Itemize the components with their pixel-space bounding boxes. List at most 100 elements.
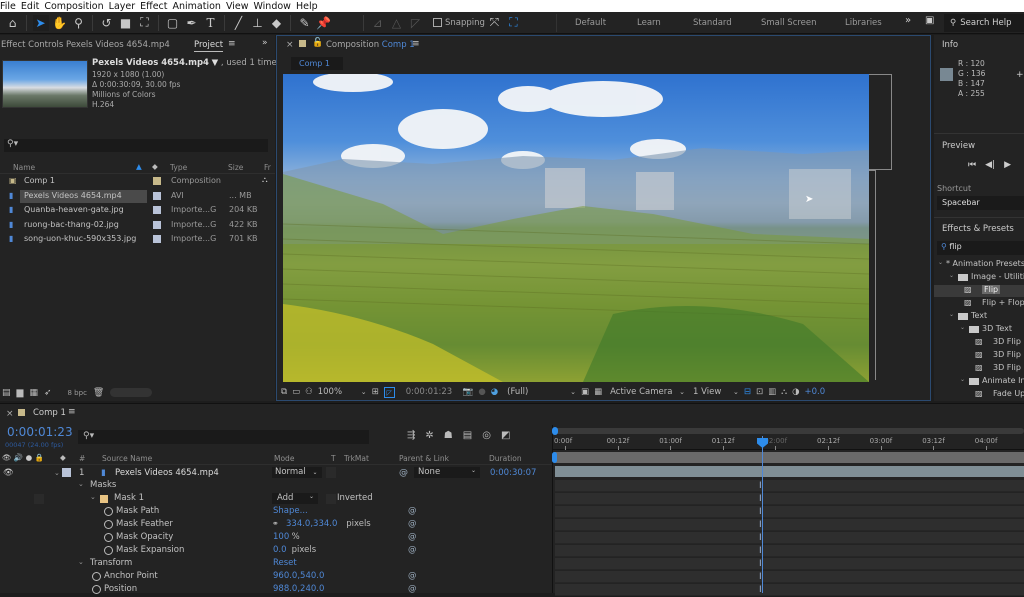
pickwhip-icon[interactable]: @: [408, 506, 417, 516]
roto-brush-icon[interactable]: ✎: [297, 15, 313, 31]
always-preview-icon[interactable]: ⧉: [281, 387, 287, 397]
expand-chevron-icon[interactable]: ⌄: [949, 272, 954, 279]
draft-3d-icon[interactable]: ✲: [425, 430, 433, 441]
time-ruler[interactable]: 0:00f 00:12f 01:00f 01:12f 02:00f 02:12f 03:00…: [553, 436, 1024, 450]
new-composition-icon[interactable]: ▦: [29, 388, 38, 398]
property-row[interactable]: Mask Path Shape... @: [0, 506, 552, 519]
layer-label-color[interactable]: [62, 468, 71, 477]
motion-blur-icon[interactable]: ◎: [482, 430, 491, 441]
clone-stamp-icon[interactable]: ⊥: [250, 15, 266, 31]
expand-chevron-icon[interactable]: ⌄: [78, 558, 84, 566]
rectangle-icon[interactable]: ▢: [165, 15, 181, 31]
camera-icon[interactable]: ■: [118, 15, 134, 31]
exposure-reset-icon[interactable]: ◑: [792, 387, 799, 397]
effects-tree-item[interactable]: ⌄ Animate In: [934, 376, 1024, 388]
property-row[interactable]: ⌄ Masks: [0, 480, 552, 493]
shortcut-dropdown[interactable]: Spacebar: [937, 196, 1024, 210]
snap-grid-icon[interactable]: ⛶: [505, 15, 521, 31]
puppet-pin-icon[interactable]: 📌: [316, 15, 332, 31]
comp-breadcrumb[interactable]: Comp 1: [291, 57, 343, 70]
composition-tab[interactable]: Composition Comp 1: [326, 40, 415, 50]
current-time[interactable]: 0:00:01:23: [406, 387, 458, 397]
expand-chevron-icon[interactable]: ⌄: [90, 493, 96, 501]
property-row[interactable]: Anchor Point 960.0,540.0 @: [0, 571, 552, 584]
chevron-down-icon[interactable]: ⌄: [570, 388, 576, 396]
snapping-checkbox[interactable]: [433, 18, 442, 27]
column-size[interactable]: Size: [228, 163, 243, 172]
keyframe-marker-icon[interactable]: I: [759, 547, 766, 556]
snapshot-icon[interactable]: 📷: [463, 387, 474, 397]
bpc-button[interactable]: 8 bpc: [68, 389, 87, 397]
expand-chevron-icon[interactable]: ⌄: [54, 469, 60, 477]
effects-tree-item[interactable]: ▨ Fade Up: [934, 389, 1024, 401]
workspace-standard[interactable]: Standard: [693, 18, 732, 28]
property-row[interactable]: Mask Opacity 100% @: [0, 532, 552, 545]
column-source-name[interactable]: Source Name: [102, 454, 152, 463]
panel-expand-icon[interactable]: »: [262, 38, 268, 48]
vr-icon[interactable]: ⚇: [305, 387, 313, 397]
eraser-icon[interactable]: ◆: [269, 15, 285, 31]
effects-tree-item[interactable]: ⌄ Image - Utilities: [934, 272, 1024, 284]
project-item[interactable]: ▣ Comp 1 Composition ⛬: [0, 175, 275, 188]
timeline-icon[interactable]: ▥: [768, 387, 776, 397]
menu-edit[interactable]: Edit: [21, 1, 39, 12]
home-icon[interactable]: ⌂: [5, 15, 21, 31]
menu-help[interactable]: Help: [296, 1, 318, 12]
label-color-swatch[interactable]: [153, 235, 161, 243]
effects-tree-item[interactable]: ⌄ Text: [934, 311, 1024, 323]
effects-tree-item[interactable]: ⌄ 3D Text: [934, 324, 1024, 336]
column-frame-rate[interactable]: Fr: [264, 163, 271, 172]
property-value[interactable]: 334.0,334.0: [286, 519, 337, 529]
property-row[interactable]: ⌄ Mask 1 Add ⌄ Inverted: [0, 493, 552, 506]
tab-project[interactable]: Project: [194, 40, 224, 52]
footage-dropdown-icon[interactable]: ▼: [212, 58, 219, 68]
property-value[interactable]: Shape...: [273, 506, 308, 516]
close-icon[interactable]: ×: [6, 409, 14, 419]
property-row[interactable]: Mask Expansion 0.0 pixels @: [0, 545, 552, 558]
effects-tree-item[interactable]: ▨ Flip: [934, 285, 1024, 297]
first-frame-icon[interactable]: ⏮: [968, 160, 976, 170]
workspace-libraries[interactable]: Libraries: [845, 18, 882, 28]
axis-view-icon[interactable]: ◸: [408, 15, 424, 31]
stopwatch-icon[interactable]: [104, 520, 113, 529]
mask-mode-dropdown[interactable]: Add ⌄: [272, 493, 318, 504]
exposure-value[interactable]: +0.0: [805, 387, 826, 397]
resolution-dropdown[interactable]: (Full): [507, 387, 565, 397]
menu-layer[interactable]: Layer: [109, 1, 136, 12]
time-navigator-start-handle[interactable]: [552, 427, 558, 435]
stopwatch-icon[interactable]: [92, 572, 101, 581]
stopwatch-icon[interactable]: [104, 507, 113, 516]
chevron-down-icon[interactable]: ⌄: [733, 388, 739, 396]
workspaces-overflow-icon[interactable]: »: [905, 15, 911, 26]
effects-tree-item[interactable]: ▨ 3D Flip: [934, 337, 1024, 349]
work-area-start-handle[interactable]: [552, 452, 557, 463]
composition-viewer[interactable]: ➤: [283, 74, 869, 382]
menu-window[interactable]: Window: [253, 1, 290, 12]
layer-name[interactable]: Pexels Videos 4654.mp4: [115, 468, 219, 478]
label-color-swatch[interactable]: [153, 206, 161, 214]
layer-mode-dropdown[interactable]: Normal ⌄: [272, 467, 322, 478]
flowchart-icon[interactable]: ⛬: [262, 175, 268, 185]
graph-editor-icon[interactable]: ◩: [501, 430, 510, 441]
previous-frame-icon[interactable]: ◀|: [985, 160, 995, 170]
effects-tree-item[interactable]: ⌄ * Animation Presets: [934, 259, 1024, 271]
expand-chevron-icon[interactable]: ⌄: [78, 480, 84, 488]
property-value[interactable]: 960.0,540.0: [273, 571, 324, 581]
snap-feather-icon[interactable]: ⤧: [486, 15, 502, 31]
keyframe-marker-icon[interactable]: I: [759, 573, 766, 582]
workspace-default[interactable]: Default: [575, 18, 606, 28]
property-row[interactable]: ⌄ Transform Reset: [0, 558, 552, 571]
project-item[interactable]: ▮ Pexels Videos 4654.mp4 AVI ... MB: [0, 189, 275, 203]
timeline-timecode[interactable]: 0:00:01:23: [7, 425, 73, 439]
project-search-input[interactable]: ⚲▾: [4, 139, 268, 152]
label-tag-icon[interactable]: ◆: [152, 162, 158, 171]
keyframe-marker-icon[interactable]: I: [759, 521, 766, 530]
inverted-checkbox[interactable]: [326, 494, 336, 504]
camera-view-dropdown[interactable]: Active Camera: [610, 387, 674, 397]
project-item[interactable]: ▮ song-uon-khuc-590x353.jpg Importe...G 701…: [0, 233, 275, 246]
new-folder-icon[interactable]: ▆: [17, 388, 24, 398]
pickwhip-icon[interactable]: @: [399, 468, 408, 478]
project-item[interactable]: ▮ Quanba-heaven-gate.jpg Importe...G 204 KB: [0, 204, 275, 217]
property-row[interactable]: Mask Feather ⚭ 334.0,334.0 pixels @: [0, 519, 552, 532]
play-icon[interactable]: ▶: [1004, 160, 1011, 170]
